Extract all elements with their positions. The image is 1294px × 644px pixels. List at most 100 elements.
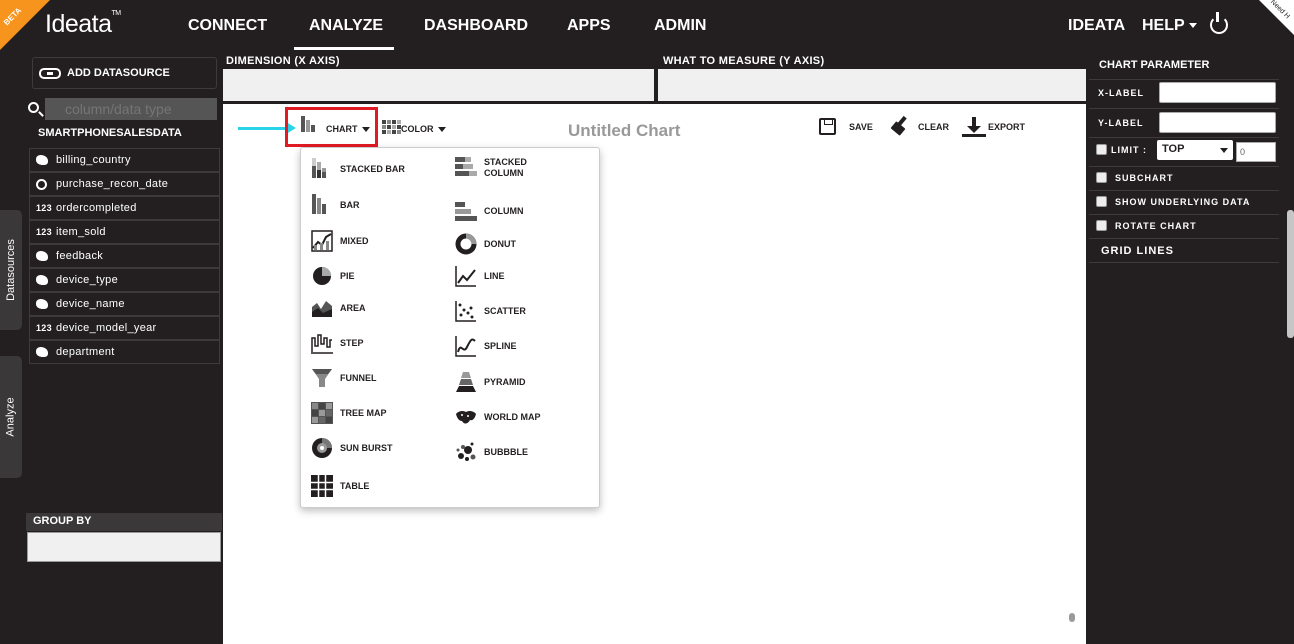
chart-option-mixed[interactable]: MIXED: [311, 230, 369, 252]
link-icon: [39, 68, 61, 79]
x-label-input[interactable]: [1159, 82, 1276, 103]
chart-option-label: BUBBBLE: [484, 446, 528, 457]
field-item[interactable]: 123 device_model_year: [29, 316, 220, 340]
column-search-input[interactable]: [45, 98, 217, 120]
datasource-title[interactable]: SMARTPHONESALESDATA: [38, 127, 182, 139]
tab-datasources-label: Datasources: [5, 239, 18, 301]
bubble-chart-icon: [455, 441, 477, 463]
chart-parameter-title: CHART PARAMETER: [1099, 59, 1210, 71]
chart-option-pyramid[interactable]: PYRAMID: [455, 371, 526, 393]
limit-number-input[interactable]: 0: [1236, 142, 1276, 162]
chart-option-table[interactable]: TABLE: [311, 475, 369, 497]
field-item[interactable]: device_name: [29, 292, 220, 316]
help-label: HELP: [1142, 17, 1185, 34]
chart-type-button[interactable]: CHART: [285, 107, 378, 147]
pointer-arrow: [238, 127, 290, 130]
page-scrollbar[interactable]: [1287, 210, 1294, 338]
tab-analyze[interactable]: Analyze: [0, 356, 22, 478]
scatter-chart-icon: [455, 300, 477, 322]
grid-lines-row[interactable]: GRID LINES: [1089, 238, 1279, 263]
chart-option-bar[interactable]: BAR: [311, 194, 360, 216]
chart-title[interactable]: Untitled Chart: [568, 121, 680, 141]
area-chart-icon: [311, 297, 333, 319]
field-list: billing_country purchase_recon_date 123 o…: [29, 148, 220, 364]
show-underlying-checkbox[interactable]: [1096, 196, 1107, 207]
clear-button[interactable]: CLEAR: [918, 122, 949, 132]
chart-option-spline[interactable]: SPLINE: [455, 335, 517, 357]
field-item[interactable]: 123 ordercompleted: [29, 196, 220, 220]
chart-option-world-map[interactable]: WORLD MAP: [455, 406, 541, 428]
field-item[interactable]: 123 item_sold: [29, 220, 220, 244]
add-datasource-button[interactable]: ADD DATASOURCE: [32, 57, 217, 89]
number-icon: 123: [36, 203, 52, 213]
stacked-column-line1: STACKED: [484, 157, 527, 167]
field-label: item_sold: [56, 226, 106, 238]
chart-option-label: BAR: [340, 199, 360, 210]
export-button[interactable]: EXPORT: [988, 122, 1025, 132]
group-by-dropzone[interactable]: [27, 532, 221, 562]
chart-option-scatter[interactable]: SCATTER: [455, 300, 526, 322]
nav-user[interactable]: IDEATA: [1068, 17, 1125, 35]
logo-tm: TM: [111, 10, 122, 17]
treemap-icon: [311, 402, 333, 424]
subchart-checkbox[interactable]: [1096, 172, 1107, 183]
nav-apps[interactable]: APPS: [567, 17, 611, 35]
tab-datasources[interactable]: Datasources: [0, 210, 22, 330]
measure-dropzone[interactable]: [658, 69, 1086, 101]
chart-option-stacked-column[interactable]: STACKED COLUMN: [455, 157, 527, 179]
chart-option-stacked-bar[interactable]: STACKED BAR: [311, 158, 405, 180]
chart-option-area[interactable]: AREA: [311, 297, 366, 319]
chart-option-funnel[interactable]: FUNNEL: [311, 367, 377, 389]
field-item[interactable]: feedback: [29, 244, 220, 268]
chart-option-step[interactable]: STEP: [311, 332, 364, 354]
geo-icon: [36, 250, 54, 262]
chart-option-line[interactable]: LINE: [455, 265, 505, 287]
dimension-dropzone[interactable]: [223, 69, 654, 101]
field-item[interactable]: purchase_recon_date: [29, 172, 220, 196]
rotate-chart-row[interactable]: ROTATE CHART: [1089, 214, 1279, 238]
number-icon: 123: [36, 227, 52, 237]
chart-option-tree-map[interactable]: TREE MAP: [311, 402, 387, 424]
stacked-column-line2: COLUMN: [484, 168, 524, 178]
chevron-down-icon: [1220, 148, 1228, 153]
rotate-chart-checkbox[interactable]: [1096, 220, 1107, 231]
bar-chart-icon: [301, 116, 315, 132]
subchart-row[interactable]: SUBCHART: [1089, 166, 1279, 190]
nav-admin[interactable]: ADMIN: [654, 17, 706, 35]
chart-option-sun-burst[interactable]: SUN BURST: [311, 437, 393, 459]
stacked-column-icon: [455, 157, 477, 179]
field-item[interactable]: billing_country: [29, 148, 220, 172]
show-underlying-row[interactable]: SHOW UNDERLYING DATA: [1089, 190, 1279, 214]
chart-option-column[interactable]: COLUMN: [455, 200, 524, 222]
limit-select[interactable]: TOP: [1157, 140, 1233, 160]
field-item[interactable]: department: [29, 340, 220, 364]
canvas-scroll-handle[interactable]: [1069, 613, 1075, 622]
nav-dashboard[interactable]: DASHBOARD: [424, 17, 528, 35]
nav-connect[interactable]: CONNECT: [188, 17, 267, 35]
search-box: [25, 98, 217, 120]
limit-checkbox[interactable]: [1096, 144, 1107, 155]
save-icon[interactable]: [819, 118, 836, 135]
field-label: purchase_recon_date: [56, 178, 169, 190]
nav-analyze[interactable]: ANALYZE: [309, 17, 383, 35]
save-button[interactable]: SAVE: [849, 122, 873, 132]
chart-option-pie[interactable]: PIE: [311, 265, 355, 287]
broom-icon[interactable]: [891, 116, 911, 136]
chevron-down-icon: [1188, 23, 1197, 29]
field-item[interactable]: device_type: [29, 268, 220, 292]
x-label-row: X-LABEL: [1089, 79, 1279, 107]
y-label-input[interactable]: [1159, 112, 1276, 133]
chart-option-label: STACKED COLUMN: [484, 157, 527, 179]
nav-help[interactable]: HELP: [1142, 17, 1197, 35]
subchart-label: SUBCHART: [1115, 173, 1174, 183]
geo-icon: [36, 274, 54, 286]
x-label-label: X-LABEL: [1098, 88, 1144, 98]
chart-option-bubble[interactable]: BUBBBLE: [455, 441, 528, 463]
chart-option-label: DONUT: [484, 238, 516, 249]
chart-option-donut[interactable]: DONUT: [455, 233, 516, 255]
power-icon[interactable]: [1210, 12, 1228, 34]
ideata-logo[interactable]: IdeataTM: [45, 10, 121, 39]
grid-lines-label: GRID LINES: [1101, 245, 1174, 257]
column-chart-icon: [455, 200, 477, 222]
field-label: feedback: [56, 250, 104, 262]
